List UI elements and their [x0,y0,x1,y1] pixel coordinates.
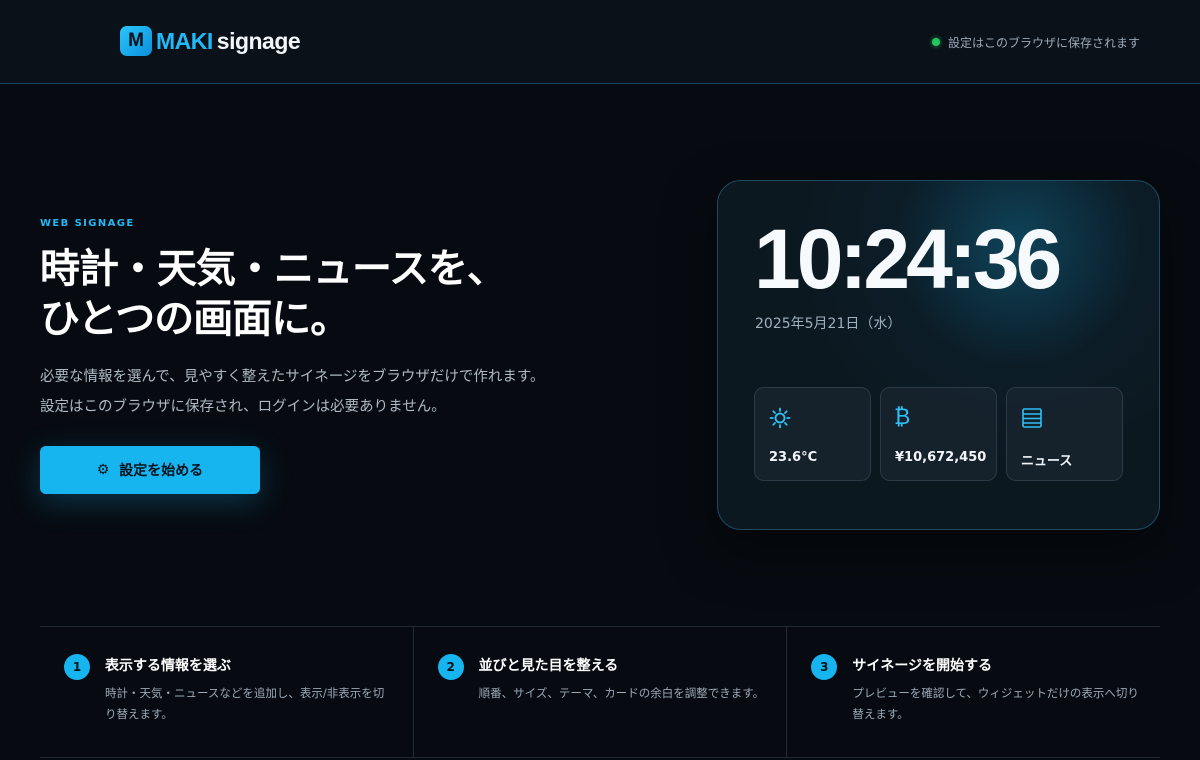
steps-section: 1 表示する情報を選ぶ 時計・天気・ニュースなどを追加し、表示/非表示を切り替え… [40,626,1160,760]
hero-description-line-2: 設定はこのブラウザに保存され、ログインは必要ありません。 [40,399,446,415]
gear-icon: ⚙ [96,462,110,478]
date-display: 2025年5月21日（水） [755,316,902,332]
news-tile: ニュース [1006,387,1123,481]
hero-title: 時計・天気・ニュースを、 ひとつの画面に。 [40,244,640,344]
start-setup-button[interactable]: ⚙ 設定を始める [40,446,260,494]
step-item: 1 表示する情報を選ぶ 時計・天気・ニュースなどを追加し、表示/非表示を切り替え… [40,627,414,757]
weather-temperature: 23.6°C [769,450,818,465]
signage-preview-card: 10:24:36 2025年5月21日（水） 23.6°C ₿ ¥10,672,… [717,180,1160,530]
step-number-badge: 3 [811,654,838,680]
news-icon [1020,406,1044,430]
step-item: 3 サイネージを開始する プレビューを確認して、ウィジェットだけの表示へ切り替え… [787,627,1160,757]
hero-eyebrow: WEB SIGNAGE [40,218,135,229]
crypto-tile: ₿ ¥10,672,450 [880,387,997,481]
step-description: プレビューを確認して、ウィジェットだけの表示へ切り替えます。 [852,686,1139,721]
save-status: 設定はこのブラウザに保存されます [931,34,1140,50]
weather-tile: 23.6°C [754,387,871,481]
step-number-badge: 2 [437,654,464,680]
start-setup-label: 設定を始める [119,463,204,479]
logo[interactable]: M MAKI signage [120,26,301,56]
logo-text-secondary: signage [216,27,301,54]
step-number-badge: 1 [64,654,90,680]
logo-text-primary: MAKI [156,27,213,54]
sun-icon [768,406,792,430]
save-status-text: 設定はこのブラウザに保存されます [947,35,1140,50]
clock-display: 10:24:36 [754,212,1062,306]
news-label: ニュース [1021,454,1073,469]
hero-description: 必要な情報を選んで、見やすく整えたサイネージをブラウザだけで作れます。 設定はこ… [40,362,680,422]
status-dot-icon [931,38,940,46]
step-description: 時計・天気・ニュースなどを追加し、表示/非表示を切り替えます。 [105,686,385,721]
hero-description-line-1: 必要な情報を選んで、見やすく整えたサイネージをブラウザだけで作れます。 [40,369,545,385]
logo-mark-icon: M [120,26,152,56]
bitcoin-icon: ₿ [894,405,911,430]
step-description: 順番、サイズ、テーマ、カードの余白を調整できます。 [478,686,765,700]
bitcoin-price: ¥10,672,450 [895,450,987,465]
steps-bottom-divider [40,757,1160,758]
step-title: 並びと見た目を整える [478,658,619,674]
step-title: 表示する情報を選ぶ [105,658,231,674]
step-item: 2 並びと見た目を整える 順番、サイズ、テーマ、カードの余白を調整できます。 [414,627,788,757]
step-title: サイネージを開始する [852,658,993,674]
hero-title-line-2: ひとつの画面に。 [40,296,350,342]
hero-title-line-1: 時計・天気・ニュースを、 [40,246,507,292]
site-header: M MAKI signage 設定はこのブラウザに保存されます [0,0,1200,84]
